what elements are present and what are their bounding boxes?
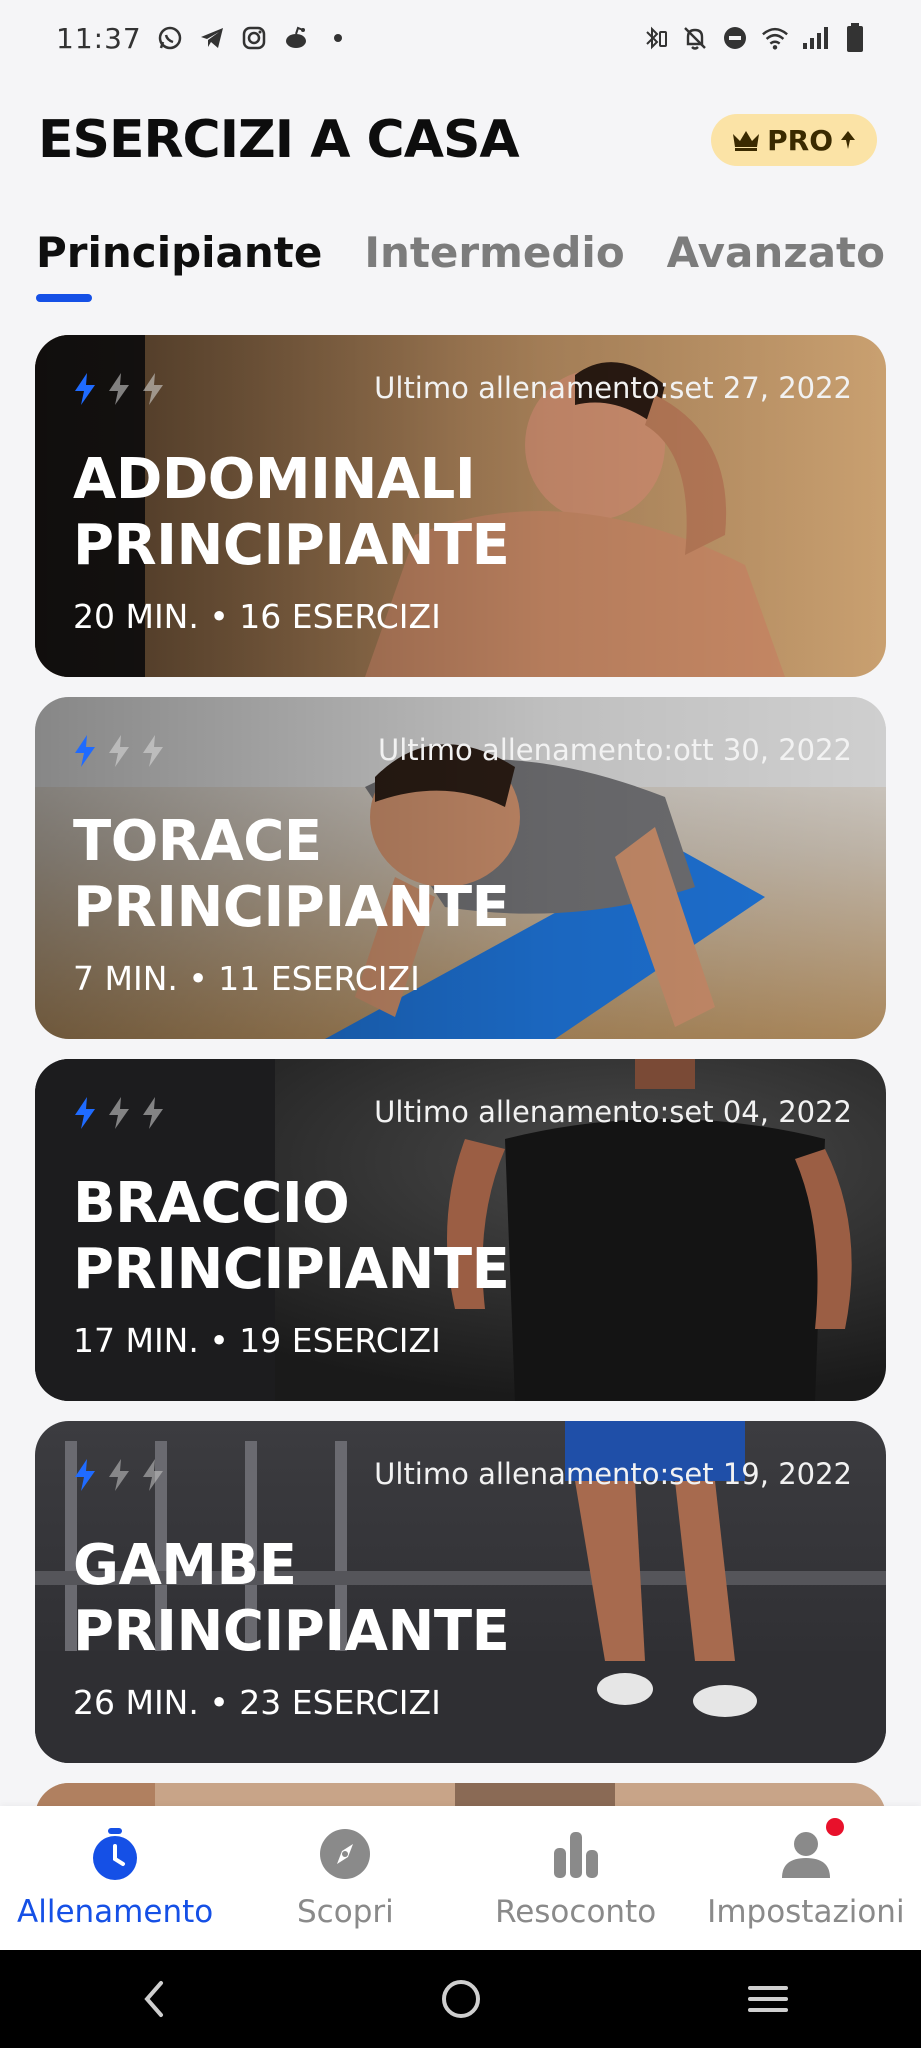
bolt-active-icon xyxy=(75,1097,95,1129)
back-button[interactable] xyxy=(114,1959,194,2039)
nav-scopri[interactable]: Scopri xyxy=(230,1806,460,1930)
difficulty-indicator xyxy=(71,733,167,769)
pro-badge-button[interactable]: PRO xyxy=(711,114,877,166)
workout-meta: 26 MIN. • 23 ESERCIZI xyxy=(73,1683,441,1722)
header: ESERCIZI A CASA PRO xyxy=(0,100,921,180)
signal-icon xyxy=(801,24,829,52)
do-not-disturb-icon xyxy=(721,24,749,52)
workout-title-line1: BRACCIO xyxy=(73,1171,350,1236)
bolt-inactive-icon xyxy=(143,1097,163,1129)
more-notifications-dot-icon xyxy=(324,24,352,52)
level-tabs: Principiante Intermedio Avanzato xyxy=(0,228,921,308)
notification-dot xyxy=(825,1818,844,1836)
tab-intermedio[interactable]: Intermedio xyxy=(364,228,624,277)
last-workout-date: Ultimo allenamento:set 27, 2022 xyxy=(374,371,852,405)
arrow-up-icon xyxy=(841,131,855,149)
tab-label: Intermedio xyxy=(364,228,625,277)
workout-title-line1: GAMBE xyxy=(73,1533,297,1598)
tab-label: Avanzato xyxy=(666,228,885,277)
recents-button[interactable] xyxy=(728,1959,808,2039)
nav-impostazioni[interactable]: Impostazioni xyxy=(691,1806,921,1930)
tab-label: Principiante xyxy=(36,228,323,277)
status-left: 11:37 xyxy=(56,22,352,55)
nav-allenamento[interactable]: Allenamento xyxy=(0,1806,230,1930)
bolt-inactive-icon xyxy=(109,1459,129,1491)
workout-title: BRACCIO PRINCIPIANTE xyxy=(73,1171,633,1303)
bottom-nav: Allenamento Scopri Resoconto Impostazion… xyxy=(0,1806,921,1950)
workout-meta: 17 MIN. • 19 ESERCIZI xyxy=(73,1321,441,1360)
workout-meta: 7 MIN. • 11 ESERCIZI xyxy=(73,959,420,998)
nav-label: Resoconto xyxy=(495,1894,657,1930)
bar-chart-icon xyxy=(553,1832,598,1878)
tab-active-indicator xyxy=(36,294,92,302)
bolt-active-icon xyxy=(75,373,95,405)
difficulty-indicator xyxy=(71,1457,167,1493)
workout-title-line2: PRINCIPIANTE xyxy=(73,875,510,940)
recents-icon xyxy=(747,1986,788,2012)
workout-title-line2: PRINCIPIANTE xyxy=(73,1599,510,1664)
workout-meta: 20 MIN. • 16 ESERCIZI xyxy=(73,597,441,636)
bolt-inactive-icon xyxy=(143,735,163,767)
workout-list: Ultimo allenamento:set 27, 2022 ADDOMINA… xyxy=(35,335,886,1923)
back-icon xyxy=(143,1981,163,2017)
workout-title: ADDOMINALI PRINCIPIANTE xyxy=(73,447,633,579)
pro-label: PRO xyxy=(767,123,833,157)
nav-label: Scopri xyxy=(297,1894,394,1930)
home-button[interactable] xyxy=(421,1959,501,2039)
workout-card-addominali[interactable]: Ultimo allenamento:set 27, 2022 ADDOMINA… xyxy=(35,335,886,677)
workout-title-line2: PRINCIPIANTE xyxy=(73,513,510,578)
bolt-active-icon xyxy=(75,1459,95,1491)
status-right xyxy=(641,23,869,52)
bolt-active-icon xyxy=(75,735,95,767)
last-workout-date: Ultimo allenamento:set 04, 2022 xyxy=(374,1095,852,1129)
bolt-inactive-icon xyxy=(109,373,129,405)
bluetooth-battery-icon xyxy=(641,24,669,52)
nav-label: Impostazioni xyxy=(707,1894,905,1930)
home-icon xyxy=(441,1980,480,2018)
difficulty-indicator xyxy=(71,371,167,407)
bolt-inactive-icon xyxy=(143,373,163,405)
nav-resoconto[interactable]: Resoconto xyxy=(461,1806,691,1930)
user-icon xyxy=(781,1832,830,1878)
workout-card-gambe[interactable]: Ultimo allenamento:set 19, 2022 GAMBE PR… xyxy=(35,1421,886,1763)
workout-title-line2: PRINCIPIANTE xyxy=(73,1237,510,1302)
system-nav-bar xyxy=(0,1950,921,2048)
workout-title: GAMBE PRINCIPIANTE xyxy=(73,1533,633,1665)
bolt-inactive-icon xyxy=(109,735,129,767)
tab-principiante[interactable]: Principiante xyxy=(36,228,323,302)
workout-title: TORACE PRINCIPIANTE xyxy=(73,809,633,941)
workout-title-line1: ADDOMINALI xyxy=(73,447,476,512)
workout-card-braccio[interactable]: Ultimo allenamento:set 04, 2022 BRACCIO … xyxy=(35,1059,886,1401)
last-workout-date: Ultimo allenamento:set 19, 2022 xyxy=(374,1457,852,1491)
workout-card-torace[interactable]: Ultimo allenamento:ott 30, 2022 TORACE P… xyxy=(35,697,886,1039)
difficulty-indicator xyxy=(71,1095,167,1131)
page-title: ESERCIZI A CASA xyxy=(38,110,520,170)
status-time: 11:37 xyxy=(56,21,142,55)
status-bar: 11:37 xyxy=(0,0,921,76)
whatsapp-icon xyxy=(156,24,184,52)
instagram-icon xyxy=(240,24,268,52)
user-icon-wrapper xyxy=(778,1818,844,1882)
compass-icon xyxy=(320,1829,371,1879)
reddit-icon xyxy=(282,24,310,52)
tab-avanzato[interactable]: Avanzato xyxy=(667,228,885,277)
crown-icon xyxy=(733,131,760,151)
telegram-icon xyxy=(198,24,226,52)
battery-icon xyxy=(841,23,869,52)
stopwatch-icon xyxy=(93,1828,138,1880)
bolt-inactive-icon xyxy=(143,1459,163,1491)
nav-label: Allenamento xyxy=(17,1894,214,1930)
bell-off-icon xyxy=(681,24,709,52)
workout-title-line1: TORACE xyxy=(73,809,322,874)
wifi-icon xyxy=(761,24,789,52)
bolt-inactive-icon xyxy=(109,1097,129,1129)
last-workout-date: Ultimo allenamento:ott 30, 2022 xyxy=(378,733,852,767)
